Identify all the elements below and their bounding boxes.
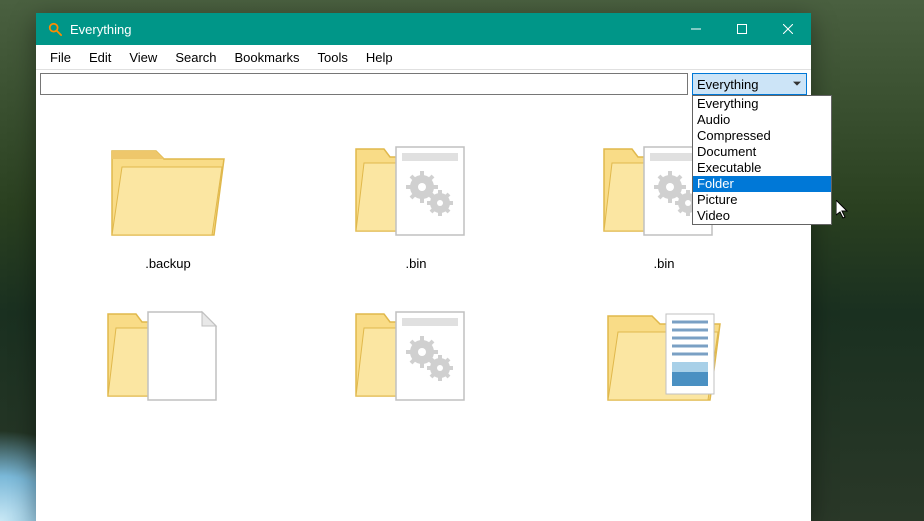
result-item-label: .bin (654, 256, 675, 271)
filter-select[interactable]: Everything (692, 73, 807, 95)
menu-help[interactable]: Help (358, 48, 401, 67)
folder-gears-icon (351, 118, 481, 248)
menu-view[interactable]: View (121, 48, 165, 67)
folder-doc-icon (103, 283, 233, 413)
folder-thumbs-icon (599, 283, 729, 413)
app-icon (48, 22, 62, 36)
filter-dropdown: EverythingAudioCompressedDocumentExecuta… (692, 95, 832, 225)
filter-option-picture[interactable]: Picture (693, 192, 831, 208)
window-controls (673, 13, 811, 45)
filter-option-audio[interactable]: Audio (693, 112, 831, 128)
folder-plain-icon (103, 118, 233, 248)
filter-option-executable[interactable]: Executable (693, 160, 831, 176)
menu-search[interactable]: Search (167, 48, 224, 67)
filter-option-compressed[interactable]: Compressed (693, 128, 831, 144)
app-window: Everything File Edit View Search Bookmar… (36, 13, 811, 521)
result-item[interactable]: .backup (44, 118, 292, 271)
menu-tools[interactable]: Tools (310, 48, 356, 67)
menu-file[interactable]: File (42, 48, 79, 67)
filter-selected-label: Everything (697, 77, 758, 92)
filter-option-folder[interactable]: Folder (693, 176, 831, 192)
filter-option-document[interactable]: Document (693, 144, 831, 160)
menu-edit[interactable]: Edit (81, 48, 119, 67)
folder-gears-icon (351, 283, 481, 413)
toolbar: Everything EverythingAudioCompressedDocu… (36, 70, 811, 98)
titlebar[interactable]: Everything (36, 13, 811, 45)
result-item[interactable] (540, 283, 788, 421)
result-item-label: .backup (145, 256, 191, 271)
minimize-button[interactable] (673, 13, 719, 45)
result-item[interactable] (44, 283, 292, 421)
menu-bookmarks[interactable]: Bookmarks (227, 48, 308, 67)
filter-option-video[interactable]: Video (693, 208, 831, 224)
result-item-label: .bin (406, 256, 427, 271)
close-button[interactable] (765, 13, 811, 45)
result-item[interactable] (292, 283, 540, 421)
result-item[interactable]: .bin (292, 118, 540, 271)
search-input[interactable] (40, 73, 688, 95)
maximize-button[interactable] (719, 13, 765, 45)
filter-option-everything[interactable]: Everything (693, 96, 831, 112)
window-title: Everything (70, 22, 673, 37)
menubar: File Edit View Search Bookmarks Tools He… (36, 45, 811, 70)
